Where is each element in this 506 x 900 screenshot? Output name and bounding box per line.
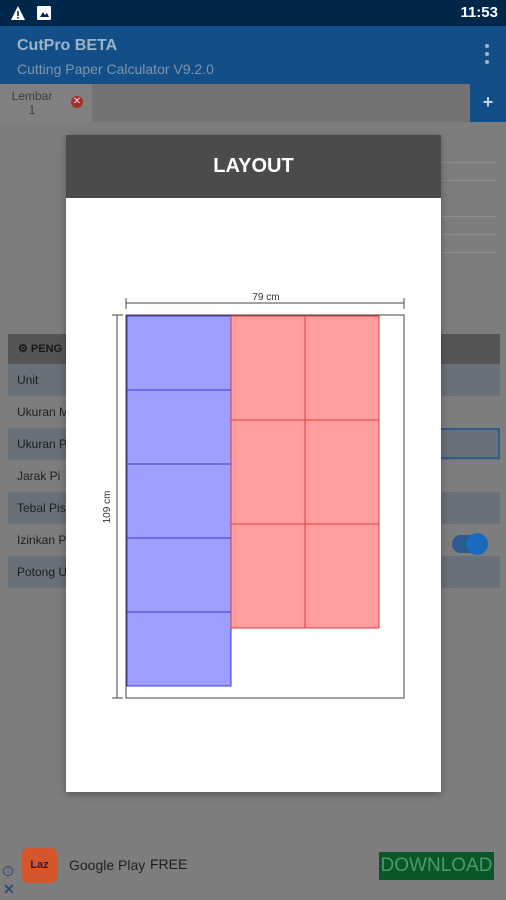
red-piece bbox=[304, 523, 380, 629]
tab-lembar-1[interactable]: Lembar 1 ✕ bbox=[0, 84, 92, 122]
close-tab-icon[interactable]: ✕ bbox=[71, 96, 83, 108]
sheet-width-label: 79 cm bbox=[252, 292, 279, 303]
app-bar: CutPro BETA Cutting Paper Calculator V9.… bbox=[0, 26, 506, 84]
ad-banner[interactable]: i ✕ Laz Google Play FREE DOWNLOAD bbox=[0, 840, 506, 900]
tab-label: Lembar 1 bbox=[11, 89, 53, 117]
red-piece bbox=[230, 523, 306, 629]
image-notification-icon bbox=[37, 6, 51, 20]
clock: 11:53 bbox=[460, 4, 498, 21]
status-bar: 11:53 bbox=[0, 0, 506, 26]
layout-diagram: 79 cm 109 cm bbox=[102, 292, 405, 699]
blue-piece bbox=[126, 463, 232, 539]
ad-info-icon[interactable]: i bbox=[3, 866, 13, 876]
tab-strip: Lembar 1 ✕ + bbox=[0, 84, 506, 122]
red-piece bbox=[304, 315, 380, 421]
red-piece bbox=[304, 419, 380, 525]
layout-dialog: LAYOUT 79 cm 109 cm bbox=[66, 135, 441, 792]
izinkan-toggle[interactable] bbox=[452, 533, 488, 555]
background-divider bbox=[441, 234, 496, 235]
red-piece bbox=[230, 419, 306, 525]
background-divider bbox=[441, 162, 496, 163]
ad-store-name: Google Play bbox=[69, 857, 146, 873]
blue-piece bbox=[126, 315, 232, 391]
blue-piece bbox=[126, 611, 232, 687]
overflow-menu-icon[interactable] bbox=[484, 44, 490, 66]
download-button[interactable]: DOWNLOAD bbox=[379, 852, 494, 880]
background-divider bbox=[441, 216, 496, 217]
app-title: CutPro BETA bbox=[17, 37, 118, 54]
ad-price: FREE bbox=[150, 856, 188, 872]
background-divider bbox=[441, 180, 496, 181]
ad-close-icon[interactable]: ✕ bbox=[3, 881, 15, 898]
red-piece bbox=[230, 315, 306, 421]
add-tab-button[interactable]: + bbox=[470, 84, 506, 122]
blue-piece bbox=[126, 389, 232, 465]
background-divider bbox=[441, 252, 496, 253]
sheet-height-label: 109 cm bbox=[102, 491, 113, 524]
app-subtitle: Cutting Paper Calculator V9.2.0 bbox=[17, 61, 214, 77]
blue-piece bbox=[126, 537, 232, 613]
lazada-logo: Laz bbox=[22, 848, 57, 883]
warning-icon bbox=[11, 6, 25, 20]
